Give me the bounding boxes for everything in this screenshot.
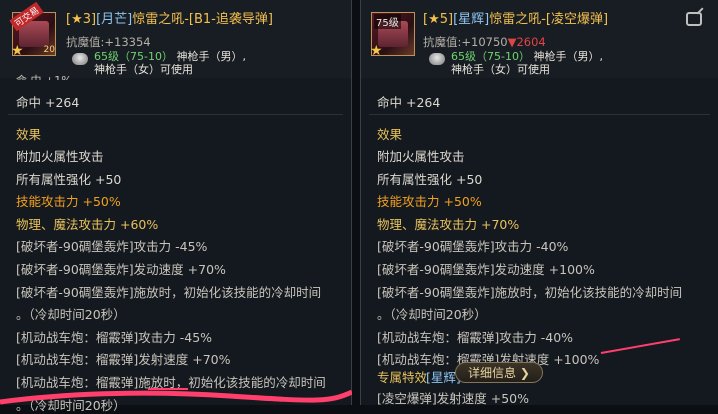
effect-line: 物理、魔法攻击力 +70% (377, 214, 519, 233)
effect-line: [破坏者-90碉堡轰炸]发动速度 +100% (377, 262, 595, 277)
weapon-icon-left: 可交易 ★ 20 (9, 1, 56, 59)
annotation-scribble (0, 389, 352, 405)
effect-line: [机动战车炮：榴霰弹]攻击力 -40% (377, 329, 574, 345)
star-icon: ★ (11, 43, 24, 59)
requirement-row2-left: 神枪手（女）可使用 (94, 63, 193, 76)
title-star: [★5] (423, 12, 454, 27)
effect-line: [破坏者-90碉堡轰炸]施放时，初始化该技能的冷却时间 (377, 284, 683, 300)
item-count: 20 (43, 45, 55, 55)
anti-magic-diff: ▼2604 (507, 35, 546, 49)
effect-line: 附加火属性攻击 (16, 149, 104, 164)
effect-value: +70% (480, 216, 520, 232)
anti-magic-label: 抗魔值: (423, 35, 462, 49)
detail-info-label: 详细信息 (468, 366, 517, 380)
left-item-tooltip: 可交易 ★ 20 [★3][月芒]惊雷之吼-[B1-追袭导弹] 抗魔值:+133… (0, 0, 352, 413)
effect-line: [破坏者-90碉堡轰炸]施放时，初始化该技能的冷却时间 (16, 284, 322, 300)
title-quality: [星辉] (453, 12, 490, 27)
annotation-arrow-right (600, 338, 680, 354)
divider (369, 114, 710, 115)
effect-line: 。（冷却时间20秒） (16, 307, 126, 323)
effect-label: 物理、魔法攻击力 (377, 216, 481, 232)
exclusive-label: 专属特效 (377, 370, 428, 385)
chevron-right-icon: ❯ (519, 366, 530, 380)
effect-line: 所有属性强化 +50 (377, 171, 483, 187)
effect-line: 。（冷却时间20秒） (377, 307, 487, 323)
effect-label: 技能攻击力 (16, 194, 83, 210)
effect-line: 附加火属性攻击 (377, 149, 465, 164)
effect-value: +60% (119, 216, 159, 232)
effect-line: [破坏者-90碉堡轰炸]攻击力 -45% (16, 239, 208, 255)
effect-header-right: 效果 (377, 127, 403, 142)
item-title-right: [★5][星辉]惊雷之吼-[凌空爆弹] (423, 8, 608, 27)
anti-magic-value: +10750 (461, 35, 508, 49)
effect-value: +50% (443, 194, 482, 210)
partial-line-left: 命 中 +1% (16, 72, 72, 80)
level-badge: 75级 (374, 14, 401, 29)
hit-left: 命中 +264 (16, 95, 80, 110)
title-quality: [月芒] (96, 12, 133, 27)
exclusive-effect-line: [凌空爆弹]发射速度 +50% (377, 391, 529, 406)
annotation-arrow-left (148, 388, 188, 390)
title-name: 惊雷之吼-[B1-追袭导弹] (132, 12, 273, 27)
requirement-icon (72, 53, 88, 65)
effect-value: +50% (82, 194, 121, 210)
item-title-left: [★3][月芒]惊雷之吼-[B1-追袭导弹] (66, 8, 273, 27)
effect-line: 所有属性强化 +50 (16, 171, 122, 187)
effect-line: [机动战车炮：榴霰弹]攻击力 -45% (16, 329, 213, 345)
anti-magic-value: +13354 (104, 35, 151, 49)
share-icon[interactable] (686, 12, 702, 26)
requirement-icon (429, 53, 445, 65)
divider (8, 114, 343, 115)
effect-label: 技能攻击力 (377, 194, 444, 210)
effect-line: 技能攻击力 +50% (16, 191, 121, 210)
effect-header-left: 效果 (16, 127, 42, 142)
left-tooltip-header: 可交易 ★ 20 [★3][月芒]惊雷之吼-[B1-追袭导弹] 抗魔值:+133… (0, 0, 351, 78)
weapon-icon-right: 75级 ★ (370, 12, 415, 59)
hit-right: 命中 +264 (377, 95, 441, 110)
effect-line: [破坏者-90碉堡轰炸]发动速度 +70% (16, 262, 226, 277)
requirement-row2-right: 神枪手（女）可使用 (451, 63, 550, 76)
detail-info-button[interactable]: 详细信息 ❯ (455, 362, 543, 383)
right-item-tooltip: 75级 ★ [★5][星辉]惊雷之吼-[凌空爆弹] 抗魔值:+10750▼260… (360, 0, 718, 406)
right-tooltip-header: 75级 ★ [★5][星辉]惊雷之吼-[凌空爆弹] 抗魔值:+10750▼260… (361, 0, 718, 78)
anti-magic-label: 抗魔值: (66, 35, 105, 49)
effect-line: [破坏者-90碉堡轰炸]攻击力 -40% (377, 239, 569, 255)
title-star: [★3] (66, 12, 97, 27)
effect-line: 物理、魔法攻击力 +60% (16, 214, 158, 233)
star-icon: ★ (370, 43, 383, 59)
effect-line: [机动战车炮：榴霰弹]发射速度 +70% (16, 352, 231, 368)
title-name: 惊雷之吼-[凌空爆弹] (489, 12, 609, 27)
effect-line: 技能攻击力 +50% (377, 191, 482, 210)
effect-label: 物理、魔法攻击力 (16, 216, 120, 232)
